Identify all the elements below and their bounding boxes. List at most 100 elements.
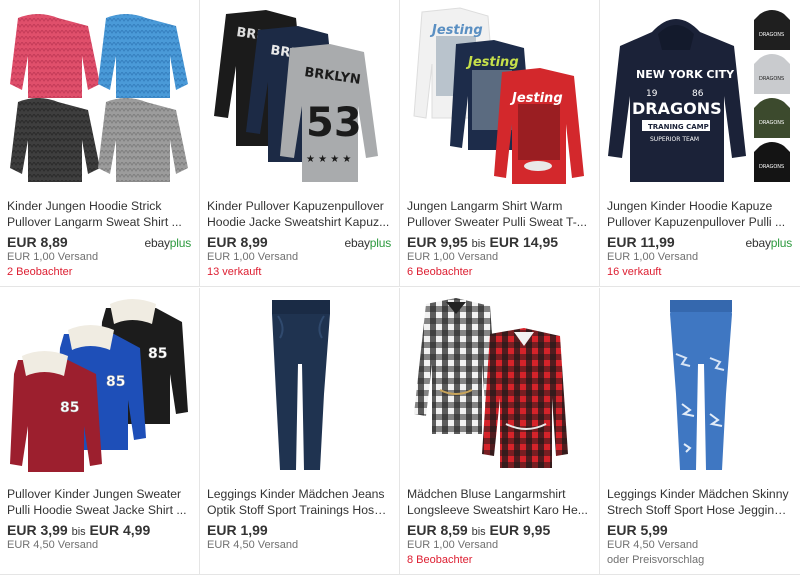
sherpa-collar-sweaters-image: 85 85 85 bbox=[10, 299, 188, 472]
price-from: EUR 8,99 bbox=[207, 234, 268, 250]
listing-card[interactable]: Kinder Jungen Hoodie Strick Pullover Lan… bbox=[0, 0, 200, 287]
listing-card[interactable]: Leggings Kinder Mädchen Skinny Strech St… bbox=[600, 288, 800, 575]
sold-count: 13 verkauft bbox=[207, 266, 262, 278]
listing-title-line: Strech Stoff Sport Hose Jegging... bbox=[607, 503, 791, 517]
listing-image[interactable] bbox=[6, 6, 192, 186]
listing-title[interactable]: Jungen Kinder Hoodie Kapuze Pullover Kap… bbox=[607, 198, 791, 230]
price-range-separator: bis bbox=[71, 526, 86, 538]
listing-title[interactable]: Leggings Kinder Mädchen Jeans Optik Stof… bbox=[207, 486, 391, 518]
shipping-cost: EUR 1,00 Versand bbox=[407, 539, 499, 551]
svg-text:DRAGONS: DRAGONS bbox=[759, 120, 784, 126]
listing-price: EUR 3,99 bis EUR 4,99 bbox=[7, 522, 150, 538]
ebay-plus-badge: ebayplus bbox=[745, 236, 793, 250]
brklyn-sweatshirts-image: BRKLYN BRKLYN BRKLYN 53 ★ ★ ★ ★ bbox=[214, 10, 378, 182]
sweater-number-text: 85 bbox=[106, 374, 125, 390]
price-from: EUR 8,59 bbox=[407, 522, 468, 538]
shipping-cost: EUR 1,00 Versand bbox=[7, 251, 99, 263]
listing-title[interactable]: Kinder Jungen Hoodie Strick Pullover Lan… bbox=[7, 198, 191, 230]
badge-plus-text: plus bbox=[169, 236, 191, 250]
price-to: EUR 9,95 bbox=[489, 522, 551, 538]
best-offer-note: oder Preisvorschlag bbox=[607, 554, 705, 566]
listing-title-line: Mädchen Bluse Langarmshirt bbox=[407, 487, 566, 501]
listing-title[interactable]: Pullover Kinder Jungen Sweater Pulli Hoo… bbox=[7, 486, 191, 518]
listing-price: EUR 8,89 bbox=[7, 234, 68, 250]
listing-title-line: Jungen Langarm Shirt Warm bbox=[407, 199, 563, 213]
badge-plus-text: plus bbox=[770, 236, 792, 250]
price-from: EUR 9,95 bbox=[407, 234, 468, 250]
shipping-cost: EUR 1,00 Versand bbox=[607, 251, 699, 263]
shipping-cost: EUR 1,00 Versand bbox=[407, 251, 499, 263]
listing-image[interactable] bbox=[206, 294, 392, 474]
knit-sweaters-image bbox=[10, 14, 188, 182]
badge-ebay-text: ebay bbox=[745, 236, 771, 250]
listing-card[interactable]: Jesting Jesting Jesting Jungen Langarm S… bbox=[400, 0, 600, 287]
shipping-cost: EUR 4,50 Versand bbox=[7, 539, 99, 551]
listing-title-line: Pullover Sweater Pulli Sweat T-... bbox=[407, 215, 587, 229]
listing-image[interactable] bbox=[606, 294, 792, 474]
price-from: EUR 8,89 bbox=[7, 234, 68, 250]
svg-text:DRAGONS: DRAGONS bbox=[759, 164, 784, 170]
ebay-plus-badge: ebayplus bbox=[344, 236, 392, 250]
price-from: EUR 3,99 bbox=[7, 522, 68, 538]
svg-text:DRAGONS: DRAGONS bbox=[759, 76, 784, 82]
listing-image[interactable] bbox=[406, 294, 592, 474]
listing-title[interactable]: Leggings Kinder Mädchen Skinny Strech St… bbox=[607, 486, 791, 518]
listing-title-line: Kinder Pullover Kapuzenpullover bbox=[207, 199, 384, 213]
shipping-cost: EUR 4,50 Versand bbox=[607, 539, 699, 551]
jesting-text: Jesting bbox=[465, 55, 519, 70]
listing-image[interactable]: BRKLYN BRKLYN BRKLYN 53 ★ ★ ★ ★ bbox=[206, 6, 392, 186]
listing-title-line: Pulli Hoodie Sweat Jacke Shirt ... bbox=[7, 503, 187, 517]
listing-image[interactable]: NEW YORK CITY 19 86 DRAGONS TRANING CAMP… bbox=[606, 6, 792, 186]
listing-title-line: Jungen Kinder Hoodie Kapuze bbox=[607, 199, 773, 213]
listing-title-line: Pullover Kinder Jungen Sweater bbox=[7, 487, 182, 501]
hoodie-text-year: 19 bbox=[646, 89, 658, 99]
listing-title-line: Optik Stoff Sport Trainings Hose... bbox=[207, 503, 391, 517]
listing-card[interactable]: NEW YORK CITY 19 86 DRAGONS TRANING CAMP… bbox=[600, 0, 800, 287]
sweater-number-text: 85 bbox=[60, 400, 79, 416]
stars-decoration: ★ ★ ★ ★ bbox=[306, 154, 351, 165]
listing-title[interactable]: Kinder Pullover Kapuzenpullover Hoodie J… bbox=[207, 198, 391, 230]
number-53-text: 53 bbox=[306, 100, 362, 146]
price-to: EUR 4,99 bbox=[89, 522, 151, 538]
shipping-cost: EUR 4,50 Versand bbox=[207, 539, 299, 551]
price-from: EUR 5,99 bbox=[607, 522, 668, 538]
listing-title-line: Leggings Kinder Mädchen Skinny bbox=[607, 487, 789, 501]
listing-title-line: Leggings Kinder Mädchen Jeans bbox=[207, 487, 385, 501]
svg-text:DRAGONS: DRAGONS bbox=[759, 32, 784, 38]
listing-price: EUR 1,99 bbox=[207, 522, 268, 538]
price-to: EUR 14,95 bbox=[489, 234, 559, 250]
hoodie-text-team: SUPERIOR TEAM bbox=[650, 136, 699, 143]
badge-plus-text: plus bbox=[369, 236, 391, 250]
listing-image[interactable]: 85 85 85 bbox=[6, 294, 192, 474]
listing-title-line: Longsleeve Sweatshirt Karo He... bbox=[407, 503, 588, 517]
ebay-plus-badge: ebayplus bbox=[145, 236, 192, 250]
dragons-hoodie-image: NEW YORK CITY 19 86 DRAGONS TRANING CAMP… bbox=[608, 10, 790, 182]
jesting-text: Jesting bbox=[509, 91, 563, 106]
listing-price: EUR 11,99 bbox=[607, 234, 675, 250]
listing-title[interactable]: Mädchen Bluse Langarmshirt Longsleeve Sw… bbox=[407, 486, 591, 518]
listing-card[interactable]: Mädchen Bluse Langarmshirt Longsleeve Sw… bbox=[400, 288, 600, 575]
listing-title[interactable]: Jungen Langarm Shirt Warm Pullover Sweat… bbox=[407, 198, 591, 230]
listing-price: EUR 8,99 bbox=[207, 234, 268, 250]
listing-price: EUR 5,99 bbox=[607, 522, 668, 538]
jesting-shirts-image: Jesting Jesting Jesting bbox=[413, 7, 584, 184]
hoodie-text-dragons: DRAGONS bbox=[632, 99, 722, 118]
watchers-count: 6 Beobachter bbox=[407, 266, 473, 278]
watchers-count: 2 Beobachter bbox=[7, 266, 73, 278]
hoodie-text-new-york-city: NEW YORK CITY bbox=[636, 68, 735, 81]
price-range-separator: bis bbox=[471, 238, 486, 250]
navy-leggings-image bbox=[272, 300, 330, 470]
listing-card[interactable]: BRKLYN BRKLYN BRKLYN 53 ★ ★ ★ ★ Kinder P… bbox=[200, 0, 400, 287]
jesting-text: Jesting bbox=[429, 23, 483, 38]
listing-price: EUR 9,95 bis EUR 14,95 bbox=[407, 234, 558, 250]
listing-card[interactable]: 85 85 85 Pullover Kinder Jungen Sweater … bbox=[0, 288, 200, 575]
badge-ebay-text: ebay bbox=[344, 236, 370, 250]
listing-title-line: Pullover Langarm Sweat Shirt ... bbox=[7, 215, 182, 229]
listing-card[interactable]: Leggings Kinder Mädchen Jeans Optik Stof… bbox=[200, 288, 400, 575]
listing-image[interactable]: Jesting Jesting Jesting bbox=[406, 6, 592, 186]
ripped-jeggings-image bbox=[670, 300, 732, 470]
listing-title-line: Kinder Jungen Hoodie Strick bbox=[7, 199, 162, 213]
listing-title-line: Pullover Kapuzenpullover Pulli ... bbox=[607, 215, 786, 229]
listing-title-line: Hoodie Jacke Sweatshirt Kapuz... bbox=[207, 215, 390, 229]
price-range-separator: bis bbox=[471, 526, 486, 538]
